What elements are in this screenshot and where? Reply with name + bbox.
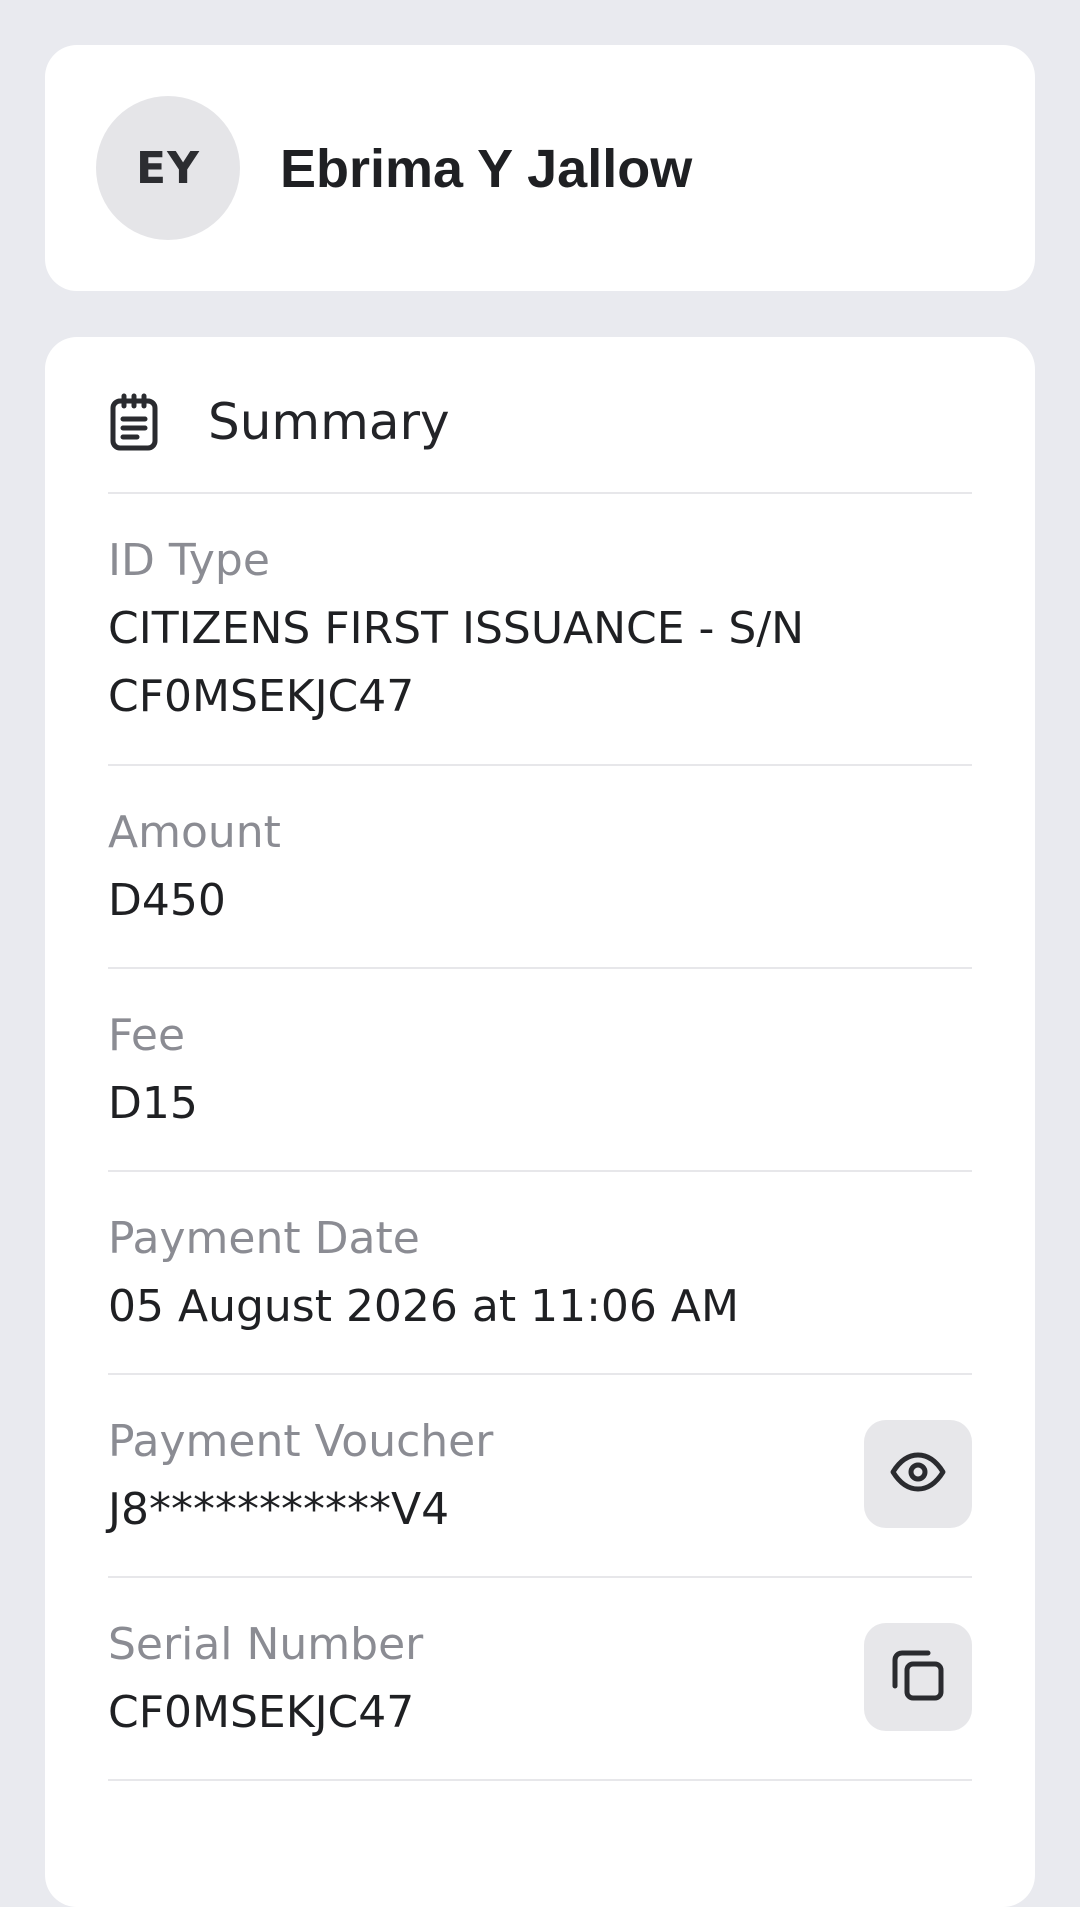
amount-value: D450 [108,875,226,926]
avatar: EY [96,96,240,240]
amount-label: Amount [108,807,281,858]
divider [108,1576,972,1578]
profile-card: EY Ebrima Y Jallow [45,45,1035,291]
divider [108,967,972,969]
summary-header: Summary [108,387,450,457]
serial-number-label: Serial Number [108,1619,424,1670]
payment-voucher-value: J8***********V4 [108,1484,450,1535]
summary-title: Summary [208,393,450,451]
avatar-initials: EY [136,142,200,194]
divider [108,492,972,494]
row-fee: Fee D15 [108,1002,972,1138]
id-type-value: CITIZENS FIRST ISSUANCE - S/N CF0MSEKJC4… [108,603,805,722]
payment-date-value: 05 August 2026 at 11:06 AM [108,1281,739,1332]
divider [108,1170,972,1172]
show-voucher-button[interactable] [864,1420,972,1528]
row-id-type: ID Type CITIZENS FIRST ISSUANCE - S/N CF… [108,527,972,731]
summary-card: Summary ID Type CITIZENS FIRST ISSUANCE … [45,337,1035,1907]
divider [108,1373,972,1375]
row-serial-number: Serial Number CF0MSEKJC47 [108,1611,972,1751]
divider [108,1779,972,1781]
divider [108,764,972,766]
payment-date-label: Payment Date [108,1213,420,1264]
clipboard-icon [108,393,160,451]
profile-name: Ebrima Y Jallow [280,139,693,199]
row-payment-date: Payment Date 05 August 2026 at 11:06 AM [108,1205,972,1341]
row-amount: Amount D450 [108,799,972,935]
fee-value: D15 [108,1078,198,1129]
id-type-label: ID Type [108,535,270,586]
copy-icon [890,1647,946,1707]
copy-serial-button[interactable] [864,1623,972,1731]
payment-voucher-label: Payment Voucher [108,1416,494,1467]
row-payment-voucher: Payment Voucher J8***********V4 [108,1408,972,1548]
serial-number-value: CF0MSEKJC47 [108,1687,415,1738]
eye-icon [890,1452,946,1496]
fee-label: Fee [108,1010,186,1061]
